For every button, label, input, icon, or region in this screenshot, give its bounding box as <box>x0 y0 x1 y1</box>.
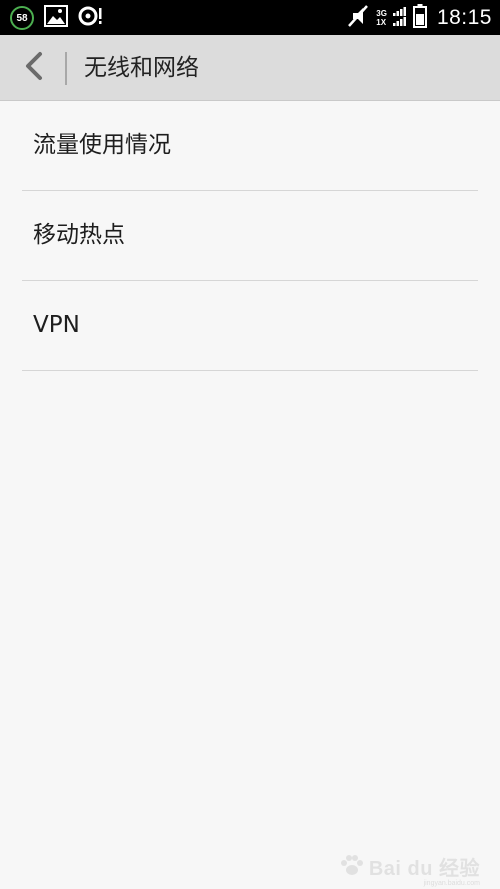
watermark-url: jingyan.baidu.com <box>423 880 480 887</box>
list-item-label: 移动热点 <box>33 222 125 248</box>
header-divider <box>65 52 67 85</box>
back-button[interactable] <box>14 47 54 89</box>
page-title: 无线和网络 <box>84 55 199 81</box>
chevron-left-icon <box>23 51 45 85</box>
status-right: 3G 1X 18:15 <box>346 4 492 32</box>
network-type-top: 3G <box>376 9 387 18</box>
signal-icon <box>392 6 407 30</box>
network-type-bottom: 1X <box>376 18 387 27</box>
network-type: 3G 1X <box>376 9 387 27</box>
baidu-watermark: Bai du 经验 jingyan.baidu.com <box>339 852 480 887</box>
list-item-vpn[interactable]: VPN <box>22 281 478 371</box>
status-left: 58 <box>10 4 104 32</box>
notification-count-badge: 58 <box>10 6 34 30</box>
sync-alert-icon <box>78 5 104 31</box>
settings-list: 流量使用情况 移动热点 VPN <box>0 101 500 371</box>
battery-icon <box>412 4 427 32</box>
list-item-label: VPN <box>33 312 80 338</box>
status-bar: 58 3G 1X 18:15 <box>0 0 500 35</box>
mute-icon <box>346 4 370 32</box>
list-item-data-usage[interactable]: 流量使用情况 <box>22 101 478 191</box>
list-item-mobile-hotspot[interactable]: 移动热点 <box>22 191 478 281</box>
watermark-text: Bai du 经验 <box>368 858 480 880</box>
image-icon <box>44 5 68 31</box>
action-bar: 无线和网络 <box>0 35 500 101</box>
paw-icon <box>339 853 365 881</box>
list-item-label: 流量使用情况 <box>33 132 171 158</box>
notification-count: 58 <box>16 12 28 24</box>
status-time: 18:15 <box>436 6 492 29</box>
